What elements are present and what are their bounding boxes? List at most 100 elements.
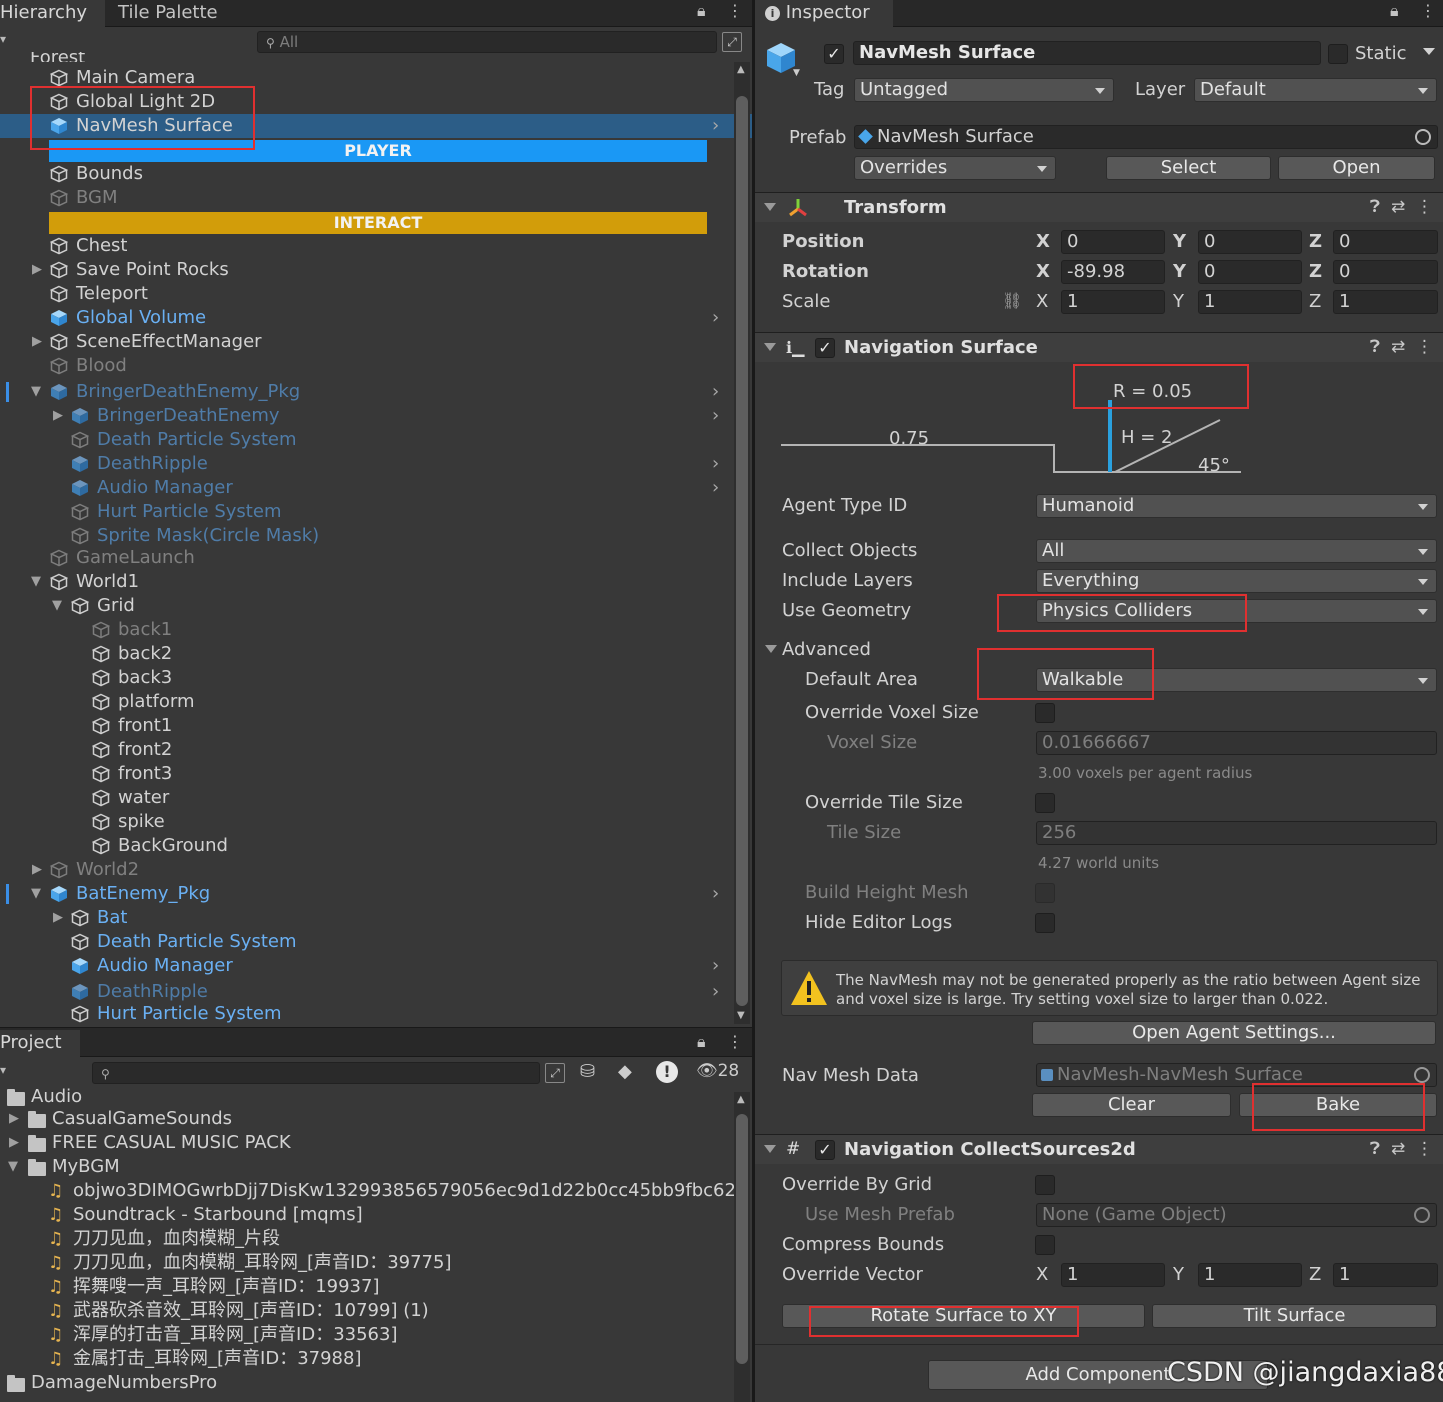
z-axis-label[interactable]: Z (1309, 1263, 1321, 1287)
folder-row[interactable]: ▼ MyBGM (0, 1155, 732, 1179)
expand-arrow-icon[interactable]: ▶ (32, 858, 42, 882)
agent-type-dropdown[interactable]: Humanoid (1036, 494, 1437, 518)
hierarchy-row[interactable]: spike (0, 810, 752, 834)
position-y-field[interactable]: 0 (1198, 230, 1302, 254)
layer-dropdown[interactable]: Default (1194, 78, 1437, 102)
select-button[interactable]: Select (1106, 156, 1271, 180)
hierarchy-row[interactable]: ▶ SceneEffectManager (0, 330, 752, 354)
audio-asset-row[interactable]: ♫ 浑厚的打击音_耳聆网_[声音ID：33563] (0, 1323, 732, 1347)
filter-by-label-icon[interactable]: ◆ (618, 1061, 632, 1082)
folder-row[interactable]: ▶ CasualGameSounds (0, 1107, 732, 1131)
project-lock-icon[interactable]: 🔒︎ (697, 1032, 706, 1052)
hierarchy-row[interactable]: DeathRipple › (0, 452, 752, 476)
hierarchy-row[interactable]: front2 (0, 738, 752, 762)
override-by-grid-checkbox[interactable] (1035, 1175, 1055, 1195)
hierarchy-row[interactable]: GameLaunch (0, 546, 752, 570)
scale-x-field[interactable]: 1 (1061, 290, 1165, 314)
advanced-foldout-icon[interactable] (765, 645, 777, 653)
chevron-right-icon[interactable]: › (712, 380, 719, 404)
scene-search-icon[interactable]: ⤢ (722, 32, 742, 52)
audio-asset-row[interactable]: ♫ 刀刀见血，血肉模糊_耳聆网_[声音ID：39775] (0, 1251, 732, 1275)
y-axis-label[interactable]: Y (1173, 290, 1184, 314)
collapse-icon[interactable] (764, 343, 776, 351)
compress-bounds-checkbox[interactable] (1035, 1235, 1055, 1255)
help-icon[interactable]: ❓︎ (1370, 337, 1380, 357)
folder-row[interactable]: Audio (0, 1085, 732, 1109)
collapse-arrow-icon[interactable]: ▼ (31, 570, 41, 594)
collapse-arrow-icon[interactable]: ▼ (31, 882, 41, 906)
audio-asset-row[interactable]: ♫ Soundtrack - Starbound [mqms] (0, 1203, 732, 1227)
project-scrollbar[interactable]: ▲ (734, 1092, 750, 1402)
component-menu-icon[interactable]: ⋮ (1416, 1139, 1433, 1159)
use-geometry-dropdown[interactable]: Physics Colliders (1036, 599, 1437, 623)
hierarchy-row[interactable]: ▶ World2 (0, 858, 752, 882)
override-vector-x-field[interactable]: 1 (1061, 1263, 1165, 1287)
hide-editor-logs-checkbox[interactable] (1035, 913, 1055, 933)
open-agent-settings-button[interactable]: Open Agent Settings... (1032, 1021, 1436, 1045)
kebab-menu-icon[interactable]: ⋮ (1420, 1, 1436, 20)
hierarchy-row[interactable]: NavMesh Surface › (0, 114, 752, 138)
scroll-up-icon[interactable]: ▲ (737, 64, 745, 75)
hierarchy-row[interactable]: back1 (0, 618, 752, 642)
rotation-y-field[interactable]: 0 (1198, 260, 1302, 284)
presets-icon[interactable]: ⇄ (1391, 1139, 1405, 1159)
icon-dropdown-icon[interactable]: ▼ (793, 68, 800, 78)
y-axis-label[interactable]: Y (1173, 230, 1186, 254)
active-checkbox[interactable]: ✓ (824, 44, 844, 64)
audio-asset-row[interactable]: ♫ 武器砍杀音效_耳聆网_[声音ID：10799] (1) (0, 1299, 732, 1323)
hierarchy-row[interactable]: ▼ World1 (0, 570, 752, 594)
hierarchy-row[interactable]: Global Volume › (0, 306, 752, 330)
advanced-foldout[interactable]: Advanced (782, 638, 871, 662)
project-scroll-thumb[interactable] (736, 1114, 748, 1364)
include-layers-dropdown[interactable]: Everything (1036, 569, 1437, 593)
object-picker-icon[interactable] (1415, 129, 1431, 145)
dropdown-arrow-icon[interactable]: ▾ (0, 32, 6, 46)
hierarchy-row[interactable]: Hurt Particle System (0, 1002, 752, 1026)
expand-arrow-icon[interactable]: ▶ (53, 906, 63, 930)
chevron-right-icon[interactable]: › (712, 404, 719, 428)
x-axis-label[interactable]: X (1036, 260, 1050, 284)
scale-z-field[interactable]: 1 (1333, 290, 1438, 314)
chevron-right-icon[interactable]: › (712, 980, 719, 1004)
tab-hierarchy[interactable]: Hierarchy (0, 0, 105, 27)
collapse-arrow-icon[interactable]: ▼ (31, 380, 41, 404)
expand-arrow-icon[interactable]: ▶ (9, 1131, 19, 1155)
chevron-right-icon[interactable]: › (712, 476, 719, 500)
hierarchy-row[interactable]: Audio Manager › (0, 954, 752, 978)
hierarchy-row[interactable]: Sprite Mask(Circle Mask) (0, 524, 752, 548)
rotation-z-field[interactable]: 0 (1333, 260, 1438, 284)
tag-dropdown[interactable]: Untagged (854, 78, 1114, 102)
tilt-surface-button[interactable]: Tilt Surface (1152, 1304, 1437, 1328)
z-axis-label[interactable]: Z (1309, 230, 1322, 254)
constrain-proportions-icon[interactable]: ⛓︎ (1002, 291, 1022, 310)
nav-mesh-data-field[interactable]: NavMesh-NavMesh Surface (1036, 1063, 1437, 1087)
hierarchy-row[interactable]: platform (0, 690, 752, 714)
tab-tile-palette[interactable]: Tile Palette (108, 0, 228, 27)
overrides-dropdown[interactable]: Overrides (854, 156, 1056, 180)
hierarchy-row[interactable]: Hurt Particle System (0, 500, 752, 524)
static-dropdown-icon[interactable] (1423, 48, 1435, 55)
hierarchy-row[interactable]: ▼ BringerDeathEnemy_Pkg › (0, 380, 752, 404)
override-tile-checkbox[interactable] (1035, 793, 1055, 813)
collapse-icon[interactable] (764, 203, 776, 211)
object-picker-icon[interactable] (1414, 1207, 1430, 1223)
create-dropdown-icon[interactable]: ▾ (0, 1063, 6, 1077)
tile-size-field[interactable]: 256 (1036, 821, 1437, 845)
x-axis-label[interactable]: X (1036, 230, 1050, 254)
collapse-icon[interactable] (764, 1145, 776, 1153)
search-mode-icon[interactable]: ⤢ (545, 1063, 565, 1083)
hierarchy-row[interactable]: BGM (0, 186, 752, 210)
hierarchy-row[interactable]: Chest (0, 234, 752, 258)
project-kebab-icon[interactable]: ⋮ (727, 1032, 743, 1051)
hierarchy-search-input[interactable]: ⚲ All (257, 31, 717, 53)
rotate-surface-button[interactable]: Rotate Surface to XY (782, 1304, 1145, 1328)
component-menu-icon[interactable]: ⋮ (1416, 197, 1433, 217)
hierarchy-row[interactable]: back3 (0, 666, 752, 690)
z-axis-label[interactable]: Z (1309, 260, 1322, 284)
transform-header[interactable]: Transform ❓︎ ⇄ ⋮ (755, 192, 1443, 222)
expand-arrow-icon[interactable]: ▶ (9, 1107, 19, 1131)
hierarchy-row[interactable]: Teleport (0, 282, 752, 306)
hierarchy-row[interactable]: back2 (0, 642, 752, 666)
hierarchy-row[interactable]: BackGround (0, 834, 752, 858)
chevron-right-icon[interactable]: › (712, 452, 719, 476)
